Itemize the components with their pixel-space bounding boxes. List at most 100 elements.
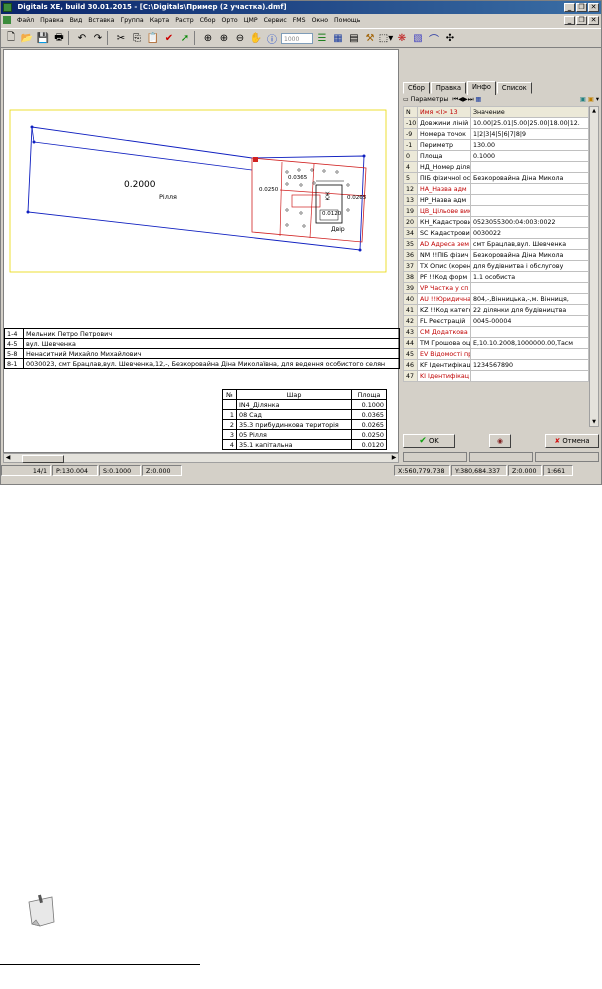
doc-restore-button[interactable]: ❐ (576, 16, 587, 25)
last-record-icon[interactable]: ⏭ (468, 95, 474, 105)
param-row[interactable]: -10 Довжини ліній 10.00|25.01|5.00|25.00|1… (403, 117, 589, 129)
doc-close-button[interactable]: ✕ (588, 16, 599, 25)
param-row[interactable]: 43 CM Додаткова (403, 326, 589, 338)
minimize-button[interactable]: _ (564, 3, 575, 12)
print-icon[interactable]: 🖶 (52, 31, 66, 45)
param-row[interactable]: 47 KI Ідентифікац (403, 370, 589, 382)
menu-ortho[interactable]: Орто (219, 15, 241, 26)
maximize-button[interactable]: ❐ (576, 3, 587, 12)
params-vertical-scrollbar[interactable]: ▲ ▼ (589, 106, 599, 427)
menu-file[interactable]: Файл (14, 15, 37, 26)
redo-icon[interactable]: ↷ (91, 31, 105, 45)
param-row[interactable]: 35 AD Адреса зем смт Брацлав,вул. Шевченка (403, 238, 589, 250)
menu-map[interactable]: Карта (147, 15, 173, 26)
tab-collect[interactable]: Сбор (403, 82, 430, 94)
params-collapse-icon[interactable]: ▭ (403, 95, 409, 105)
param-row[interactable]: 19 ЦВ_Цільове вик (403, 205, 589, 217)
close-button[interactable]: ✕ (588, 3, 599, 12)
table-icon[interactable]: ▦ (331, 31, 345, 45)
raster-icon[interactable]: ▧ (411, 31, 425, 45)
slot-3[interactable] (535, 452, 599, 462)
param-row[interactable]: 4 НД_Номер ділян (403, 161, 589, 173)
paste-icon[interactable]: 📋 (146, 31, 160, 45)
layers-icon[interactable]: ☰ (315, 31, 329, 45)
param-row[interactable]: 46 KF Ідентифікац 1234567890 (403, 359, 589, 371)
menu-group[interactable]: Группа (117, 15, 146, 26)
network-icon[interactable]: ✣ (443, 31, 457, 45)
menu-service[interactable]: Сервис (261, 15, 290, 26)
pan-icon[interactable]: ✋ (249, 31, 263, 45)
cut-icon[interactable]: ✂ (114, 31, 128, 45)
param-row[interactable]: 5 ПІБ фізичної ос Безкоровайна Діна Микола (403, 172, 589, 184)
panel-export-icon[interactable]: ▣ (588, 95, 594, 105)
zoom-in-icon[interactable]: ⊕ (217, 31, 231, 45)
scale-input[interactable]: 1000 (281, 32, 313, 44)
check-icon[interactable]: ✔ (162, 31, 176, 45)
yard-label: Двір (331, 226, 345, 233)
param-row[interactable]: 12 НА_Назва адм (403, 183, 589, 195)
arrow-icon[interactable]: ➚ (178, 31, 192, 45)
menu-insert[interactable]: Вставка (85, 15, 117, 26)
slot-1[interactable] (403, 452, 467, 462)
menu-raster[interactable]: Растр (172, 15, 196, 26)
param-row[interactable]: 40 AU !!Юридична 804,-,Вінницька,-,м. Вінн… (403, 293, 589, 305)
param-row[interactable]: 45 EV Відомості пр (403, 348, 589, 360)
param-row[interactable]: 34 SC Кадастрови 0030022 (403, 227, 589, 239)
tab-list[interactable]: Список (496, 82, 532, 94)
menu-edit[interactable]: Правка (37, 15, 67, 26)
menu-help[interactable]: Помощь (331, 15, 363, 26)
select-dropdown-icon[interactable]: ⬚▾ (379, 31, 393, 45)
save-icon[interactable]: 💾 (36, 31, 50, 45)
scroll-up-icon[interactable]: ▲ (590, 107, 598, 115)
doc-minimize-button[interactable]: _ (564, 16, 575, 25)
undo-icon[interactable]: ↶ (75, 31, 89, 45)
open-folder-icon[interactable]: 📂 (20, 31, 34, 45)
slot-2[interactable] (469, 452, 533, 462)
scroll-thumb[interactable] (22, 455, 64, 463)
properties-icon[interactable]: ▤ (347, 31, 361, 45)
param-row[interactable]: 20 КН_Кадастровий 0523055300:04:003:0022 (403, 216, 589, 228)
zoom-out-icon[interactable]: ⊖ (233, 31, 247, 45)
new-file-icon[interactable]: 🗋 (4, 31, 18, 45)
document-icon[interactable] (3, 16, 11, 24)
tab-edit[interactable]: Правка (430, 82, 466, 94)
curve-icon[interactable]: ⌒ (427, 31, 441, 46)
grid-view-icon[interactable]: ▦ (475, 95, 481, 105)
menu-fms[interactable]: FMS (290, 15, 309, 26)
cancel-button[interactable]: ✘ Отмена (545, 434, 599, 448)
param-row[interactable]: 36 NM !!ПІБ фізич Безкоровайна Діна Микола (403, 249, 589, 261)
horizontal-scrollbar[interactable]: ◀ ▶ (3, 453, 399, 463)
tab-info[interactable]: Инфо (466, 81, 496, 96)
sub-area-3-label: 0.0265 (347, 195, 367, 201)
param-row[interactable]: 39 VP Частка у сп (403, 282, 589, 294)
param-row[interactable]: 38 PF !!Код форм 1.1 особиста (403, 271, 589, 283)
tools-icon[interactable]: ⚒ (363, 31, 377, 45)
info-icon[interactable]: ⓘ (265, 31, 279, 46)
topology-icon[interactable]: ❋ (395, 31, 409, 45)
menu-collect[interactable]: Сбор (197, 15, 219, 26)
menu-dem[interactable]: ЦМР (241, 15, 261, 26)
scroll-left-icon[interactable]: ◀ (4, 454, 12, 462)
param-row[interactable]: -9 Номера точок 1|2|3|4|5|6|7|8|9 (403, 128, 589, 140)
menu-window[interactable]: Окно (309, 15, 331, 26)
scroll-down-icon[interactable]: ▼ (590, 418, 598, 426)
scroll-right-icon[interactable]: ▶ (390, 454, 398, 462)
panel-footer-slots (403, 452, 599, 462)
param-row[interactable]: 42 FL Реєстрацій 0045-00004 (403, 315, 589, 327)
param-row[interactable]: 37 TX Опис (корен для будівнитва і обслуго… (403, 260, 589, 272)
menu-view[interactable]: Вид (67, 15, 86, 26)
parcel-outline[interactable] (27, 126, 365, 251)
panel-settings-icon[interactable]: ▣ (580, 95, 586, 105)
param-row[interactable]: -1 Периметр 130.00 (403, 139, 589, 151)
map-canvas[interactable]: 0.2000 Рілля 0.0365 0.0250 0.0265 0.0120… (3, 49, 400, 453)
ok-button[interactable]: ✔ OK (403, 434, 455, 448)
param-row[interactable]: 41 KZ !!Код катего 22 ділянки для будівниц… (403, 304, 589, 316)
param-row[interactable]: 44 TM Грошова оц E,10.10.2008,1000000.00,Т… (403, 337, 589, 349)
param-row[interactable]: 13 НР_Назва адм (403, 194, 589, 206)
copy-icon[interactable]: ⎘ (130, 31, 144, 45)
panel-dropdown-icon[interactable]: ▾ (596, 95, 599, 105)
view-eye-button[interactable]: ◉ (489, 434, 511, 448)
zoom-window-icon[interactable]: ⊕ (201, 31, 215, 45)
param-row[interactable]: 0 Площа 0.1000 (403, 150, 589, 162)
title-bar[interactable]: Digitals XE, build 30.01.2015 - [C:\Digi… (1, 1, 601, 14)
